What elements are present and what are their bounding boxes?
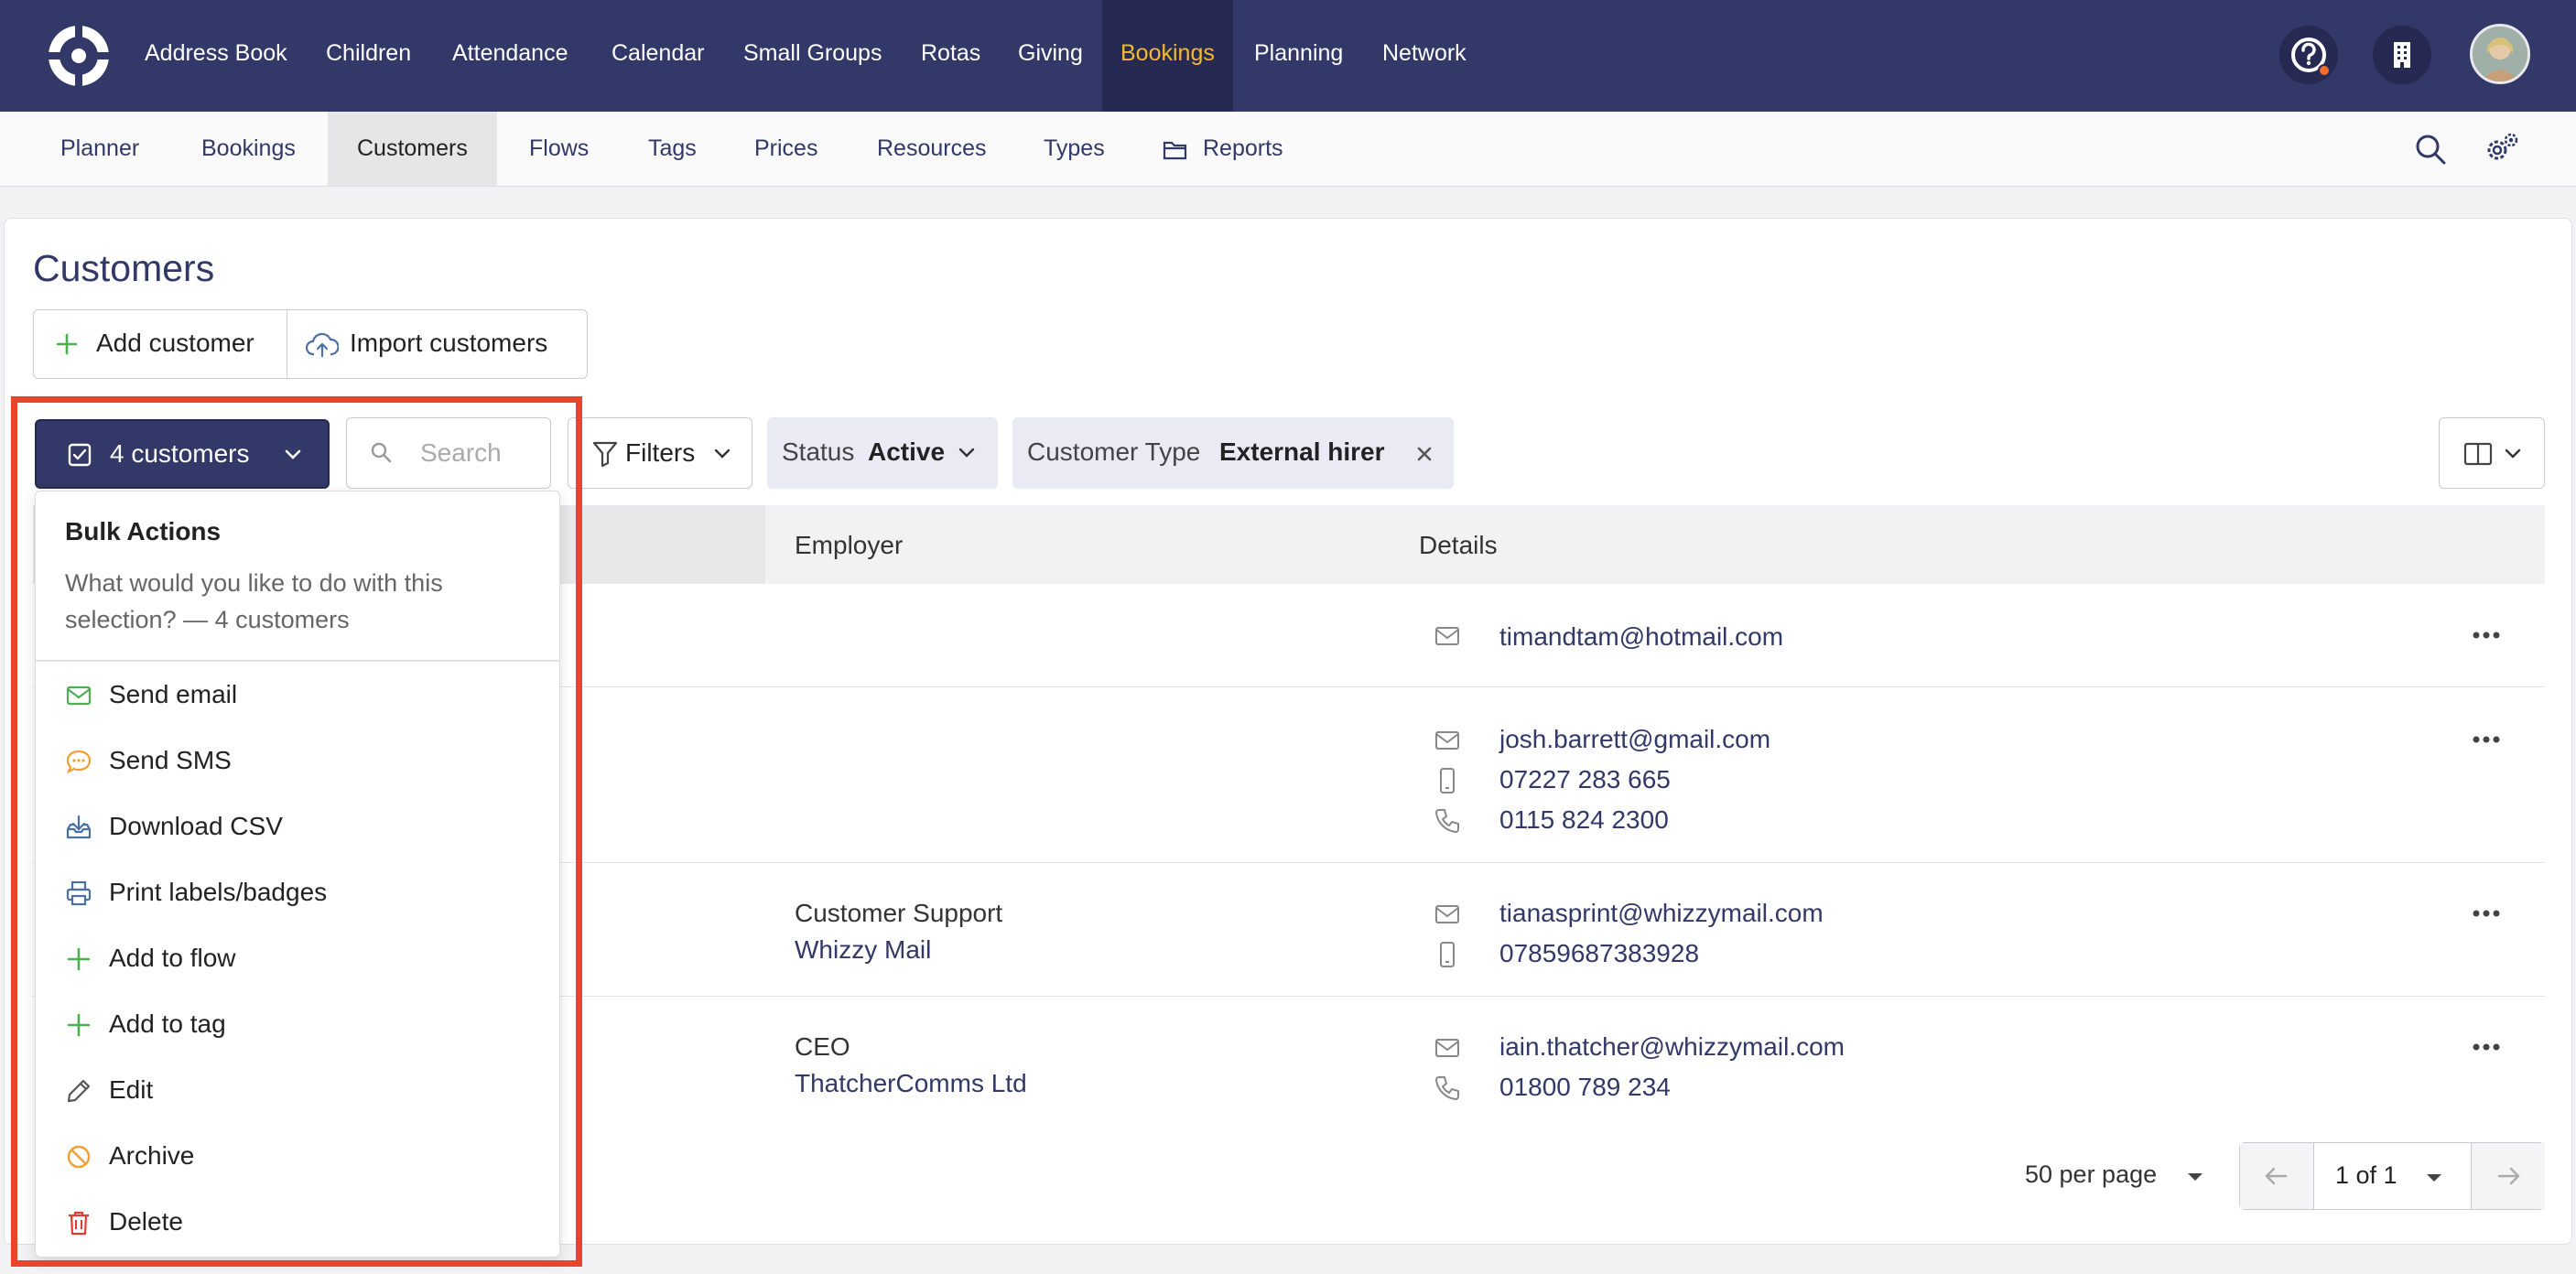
close-icon[interactable]: [1415, 445, 1434, 463]
mobile-icon: [1440, 942, 1455, 967]
organisation-button[interactable]: [2373, 26, 2431, 84]
tab-flows[interactable]: Flows: [529, 112, 589, 186]
topnav-bookings[interactable]: Bookings: [1102, 0, 1233, 112]
status-filter-chip[interactable]: Status Active: [767, 417, 998, 489]
employer-title: CEO: [795, 1032, 850, 1061]
settings-icon: [2487, 133, 2518, 160]
employer-title: Customer Support: [795, 899, 1003, 927]
detail-email[interactable]: timandtam@hotmail.com: [1499, 622, 1783, 652]
tab-reports[interactable]: Reports: [1203, 112, 1283, 186]
more-options-icon[interactable]: [2472, 909, 2501, 918]
customer-type-filter-chip[interactable]: Customer Type External hirer: [1012, 417, 1454, 489]
mail-icon: [1435, 627, 1459, 645]
mobile-icon: [1440, 768, 1455, 794]
detail-email[interactable]: tianasprint@whizzymail.com: [1499, 899, 1824, 928]
tab-customers[interactable]: Customers: [328, 112, 497, 186]
caret-down-icon: [2427, 1174, 2441, 1182]
topnav-giving[interactable]: Giving: [1018, 0, 1083, 112]
cloud-upload-icon: [306, 332, 339, 358]
more-options-icon[interactable]: [2472, 1042, 2501, 1052]
topnav-planning[interactable]: Planning: [1254, 0, 1343, 112]
detail-mobile[interactable]: 07859687383928: [1499, 939, 1699, 968]
status-chip-key: Status: [782, 437, 855, 466]
next-page-button[interactable]: [2472, 1143, 2545, 1209]
columns-toggle-button[interactable]: [2439, 417, 2545, 489]
topnav-rotas[interactable]: Rotas: [921, 0, 980, 112]
user-avatar[interactable]: [2470, 24, 2530, 84]
app-logo-icon[interactable]: [46, 23, 112, 89]
page-title: Customers: [33, 247, 215, 289]
customer-action-buttons: Add customer Import customers: [33, 309, 588, 379]
import-customers-button[interactable]: Import customers: [287, 310, 588, 378]
per-page-select[interactable]: 50 per page: [2025, 1161, 2157, 1189]
type-chip-key: Customer Type: [1027, 437, 1201, 466]
filters-button[interactable]: Filters: [568, 417, 752, 489]
mail-icon: [1435, 905, 1459, 923]
plus-icon: [56, 333, 78, 355]
employer-organisation[interactable]: Whizzy Mail: [795, 935, 931, 965]
columns-icon: [2463, 442, 2493, 466]
topnav-network[interactable]: Network: [1382, 0, 1467, 112]
help-icon: [2291, 38, 2326, 72]
settings-button[interactable]: [2483, 130, 2521, 168]
pagination-control: 1 of 1: [2239, 1142, 2545, 1210]
highlight-annotation: [11, 396, 582, 1267]
topnav-address-book[interactable]: Address Book: [145, 0, 287, 112]
page-indicator[interactable]: 1 of 1: [2335, 1161, 2397, 1190]
column-header-details[interactable]: Details: [1419, 531, 1498, 560]
more-options-icon[interactable]: [2472, 735, 2501, 744]
tab-bookings[interactable]: Bookings: [201, 112, 296, 186]
mail-icon: [1435, 1039, 1459, 1057]
arrow-left-icon: [2265, 1167, 2288, 1185]
topnav-attendance[interactable]: Attendance: [452, 0, 568, 112]
detail-phone[interactable]: 01800 789 234: [1499, 1073, 1671, 1102]
previous-page-button[interactable]: [2240, 1143, 2313, 1209]
topnav-small-groups[interactable]: Small Groups: [743, 0, 882, 112]
employer-organisation[interactable]: ThatcherComms Ltd: [795, 1069, 1027, 1098]
phone-icon: [1435, 809, 1459, 833]
detail-mobile[interactable]: 07227 283 665: [1499, 765, 1671, 794]
search-icon: [2416, 135, 2446, 165]
more-options-icon[interactable]: [2472, 631, 2501, 640]
sub-navigation: Planner Bookings Customers Flows Tags Pr…: [0, 112, 2576, 187]
column-header-employer[interactable]: Employer: [795, 531, 903, 560]
tab-planner[interactable]: Planner: [60, 112, 139, 186]
building-icon: [2394, 42, 2410, 68]
arrow-right-icon: [2497, 1167, 2520, 1185]
detail-email[interactable]: iain.thatcher@whizzymail.com: [1499, 1032, 1845, 1062]
chevron-down-icon: [714, 448, 731, 459]
mail-icon: [1435, 731, 1459, 750]
phone-icon: [1435, 1076, 1459, 1100]
chevron-down-icon: [2505, 448, 2521, 459]
help-button[interactable]: [2279, 26, 2338, 84]
folder-icon: [1163, 141, 1187, 160]
filter-icon: [592, 441, 618, 468]
notification-dot: [2318, 64, 2331, 77]
status-chip-value: Active: [868, 437, 946, 466]
tab-resources[interactable]: Resources: [877, 112, 987, 186]
top-navigation: Address Book Children Attendance Calenda…: [0, 0, 2576, 112]
search-button[interactable]: [2411, 130, 2450, 168]
tab-prices[interactable]: Prices: [754, 112, 817, 186]
tab-tags[interactable]: Tags: [648, 112, 697, 186]
chevron-down-icon: [958, 448, 975, 458]
caret-down-icon: [2188, 1173, 2203, 1181]
tab-types[interactable]: Types: [1044, 112, 1105, 186]
topnav-calendar[interactable]: Calendar: [612, 0, 704, 112]
type-chip-value: External hirer: [1219, 437, 1385, 466]
add-customer-button[interactable]: Add customer: [34, 310, 287, 378]
detail-email[interactable]: josh.barrett@gmail.com: [1499, 725, 1770, 754]
detail-phone[interactable]: 0115 824 2300: [1499, 805, 1669, 835]
topnav-children[interactable]: Children: [326, 0, 411, 112]
